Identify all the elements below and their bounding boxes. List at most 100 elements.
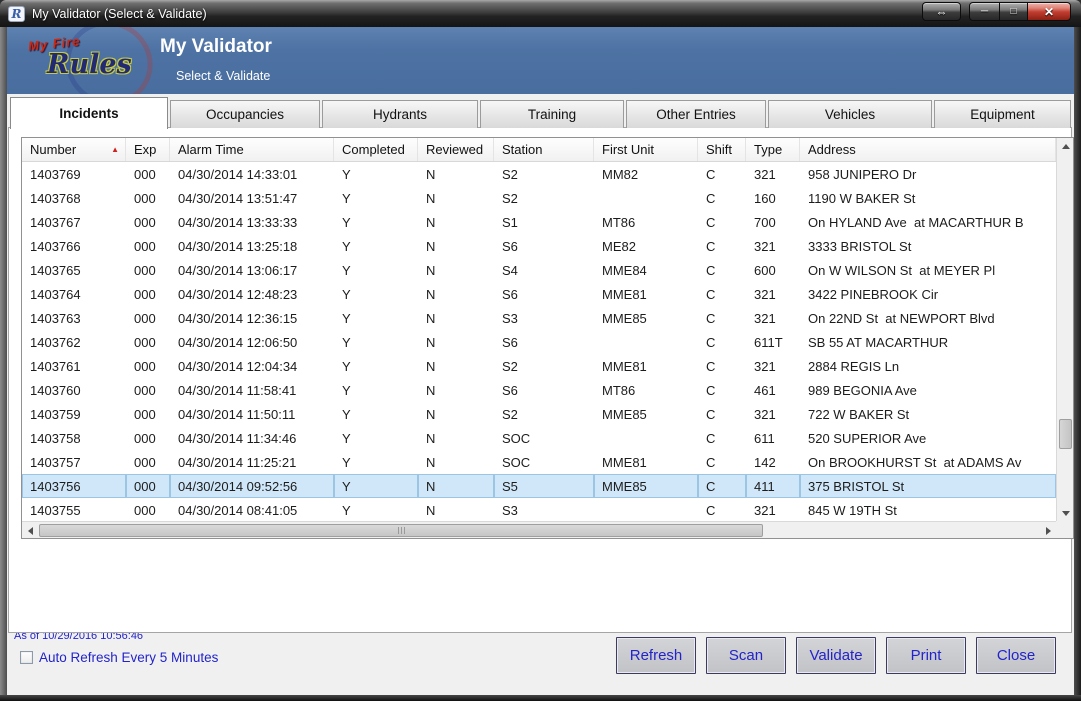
close-button[interactable]: Close bbox=[976, 637, 1056, 674]
column-header-type[interactable]: Type bbox=[746, 138, 800, 161]
table-row-selected[interactable]: 140375600004/30/2014 09:52:56YNS5MME85C4… bbox=[22, 474, 1056, 498]
cell-shift: C bbox=[698, 186, 746, 210]
cell-completed: Y bbox=[334, 306, 418, 330]
cell-completed: Y bbox=[334, 354, 418, 378]
cell-completed: Y bbox=[334, 258, 418, 282]
minimize-button[interactable]: ─ bbox=[969, 2, 1000, 21]
tab-equipment[interactable]: Equipment bbox=[934, 100, 1071, 128]
column-header-label: Alarm Time bbox=[178, 142, 244, 157]
column-header-first-unit[interactable]: First Unit bbox=[594, 138, 698, 161]
tab-other-entries[interactable]: Other Entries bbox=[626, 100, 766, 128]
cell-station: S3 bbox=[494, 306, 594, 330]
cell-type: 321 bbox=[746, 354, 800, 378]
cell-number: 1403756 bbox=[22, 474, 126, 498]
cell-reviewed: N bbox=[418, 162, 494, 186]
scroll-left-arrow[interactable] bbox=[22, 523, 38, 538]
table-row[interactable]: 140375900004/30/2014 11:50:11YNS2MME85C3… bbox=[22, 402, 1056, 426]
table-row[interactable]: 140376500004/30/2014 13:06:17YNS4MME84C6… bbox=[22, 258, 1056, 282]
table-row[interactable]: 140375800004/30/2014 11:34:46YNSOCC61152… bbox=[22, 426, 1056, 450]
tab-incidents[interactable]: Incidents bbox=[10, 97, 168, 129]
cell-completed: Y bbox=[334, 474, 418, 498]
cell-first-unit: MME85 bbox=[594, 402, 698, 426]
column-header-reviewed[interactable]: Reviewed bbox=[418, 138, 494, 161]
cell-exp: 000 bbox=[126, 186, 170, 210]
cell-shift: C bbox=[698, 498, 746, 521]
cell-shift: C bbox=[698, 450, 746, 474]
column-header-label: Reviewed bbox=[426, 142, 483, 157]
column-header-station[interactable]: Station bbox=[494, 138, 594, 161]
table-row[interactable]: 140376700004/30/2014 13:33:33YNS1MT86C70… bbox=[22, 210, 1056, 234]
vertical-scrollbar-thumb[interactable] bbox=[1059, 419, 1072, 449]
table-row[interactable]: 140375700004/30/2014 11:25:21YNSOCMME81C… bbox=[22, 450, 1056, 474]
cell-shift: C bbox=[698, 354, 746, 378]
cell-exp: 000 bbox=[126, 426, 170, 450]
scroll-up-arrow[interactable] bbox=[1058, 138, 1073, 154]
column-header-alarm-time[interactable]: Alarm Time bbox=[170, 138, 334, 161]
cell-type: 321 bbox=[746, 402, 800, 426]
grid-header-row: Number▲Exp Alarm Time Completed Reviewed Sta… bbox=[22, 138, 1056, 162]
cell-number: 1403768 bbox=[22, 186, 126, 210]
horizontal-scrollbar[interactable] bbox=[22, 521, 1056, 538]
cell-number: 1403764 bbox=[22, 282, 126, 306]
horizontal-scrollbar-thumb[interactable] bbox=[39, 524, 763, 537]
scroll-down-arrow[interactable] bbox=[1058, 505, 1073, 521]
tab-training[interactable]: Training bbox=[480, 100, 624, 128]
cell-first-unit: MME85 bbox=[594, 474, 698, 498]
auto-refresh-checkbox[interactable] bbox=[20, 651, 33, 664]
cell-first-unit: MT86 bbox=[594, 378, 698, 402]
cell-reviewed: N bbox=[418, 354, 494, 378]
cell-station: S2 bbox=[494, 402, 594, 426]
table-row[interactable]: 140376100004/30/2014 12:04:34YNS2MME81C3… bbox=[22, 354, 1056, 378]
cell-exp: 000 bbox=[126, 402, 170, 426]
cell-first-unit: MME81 bbox=[594, 282, 698, 306]
column-header-completed[interactable]: Completed bbox=[334, 138, 418, 161]
cell-type: 600 bbox=[746, 258, 800, 282]
cell-first-unit bbox=[594, 426, 698, 450]
cell-number: 1403757 bbox=[22, 450, 126, 474]
table-row[interactable]: 140376000004/30/2014 11:58:41YNS6MT86C46… bbox=[22, 378, 1056, 402]
tab-vehicles[interactable]: Vehicles bbox=[768, 100, 932, 128]
cell-reviewed: N bbox=[418, 402, 494, 426]
column-header-shift[interactable]: Shift bbox=[698, 138, 746, 161]
cell-alarm-time: 04/30/2014 11:34:46 bbox=[170, 426, 334, 450]
cell-type: 321 bbox=[746, 498, 800, 521]
scan-button[interactable]: Scan bbox=[706, 637, 786, 674]
table-row[interactable]: 140376300004/30/2014 12:36:15YNS3MME85C3… bbox=[22, 306, 1056, 330]
table-row[interactable]: 140376400004/30/2014 12:48:23YNS6MME81C3… bbox=[22, 282, 1056, 306]
cell-type: 611T bbox=[746, 330, 800, 354]
maximize-button[interactable]: □ bbox=[1000, 2, 1027, 21]
cell-station: SOC bbox=[494, 426, 594, 450]
table-row[interactable]: 140376200004/30/2014 12:06:50YNS6C611TSB… bbox=[22, 330, 1056, 354]
column-header-number[interactable]: Number▲ bbox=[22, 138, 126, 161]
table-row[interactable]: 140376600004/30/2014 13:25:18YNS6ME82C32… bbox=[22, 234, 1056, 258]
column-header-address[interactable]: Address bbox=[800, 138, 1056, 161]
cell-station: SOC bbox=[494, 450, 594, 474]
app-icon: R bbox=[8, 6, 25, 22]
cell-address: 722 W BAKER St bbox=[800, 402, 1056, 426]
cell-station: S6 bbox=[494, 234, 594, 258]
scroll-right-arrow[interactable] bbox=[1040, 523, 1056, 538]
column-header-exp[interactable]: Exp bbox=[126, 138, 170, 161]
cell-number: 1403761 bbox=[22, 354, 126, 378]
titlebar[interactable]: R My Validator (Select & Validate) ⇔ ─ □… bbox=[0, 0, 1081, 28]
cell-address: 845 W 19TH St bbox=[800, 498, 1056, 521]
validate-button[interactable]: Validate bbox=[796, 637, 876, 674]
table-row[interactable]: 140376800004/30/2014 13:51:47YNS2C160119… bbox=[22, 186, 1056, 210]
cell-shift: C bbox=[698, 282, 746, 306]
cell-type: 321 bbox=[746, 306, 800, 330]
cell-completed: Y bbox=[334, 450, 418, 474]
table-row[interactable]: 140376900004/30/2014 14:33:01YNS2MM82C32… bbox=[22, 162, 1056, 186]
cell-type: 321 bbox=[746, 234, 800, 258]
cell-station: S1 bbox=[494, 210, 594, 234]
close-window-button[interactable]: ✕ bbox=[1027, 2, 1071, 21]
refresh-button[interactable]: Refresh bbox=[616, 637, 696, 674]
column-header-label: Shift bbox=[706, 142, 732, 157]
cell-completed: Y bbox=[334, 426, 418, 450]
table-row[interactable]: 140375500004/30/2014 08:41:05YNS3C321845… bbox=[22, 498, 1056, 521]
cell-alarm-time: 04/30/2014 12:04:34 bbox=[170, 354, 334, 378]
resize-button[interactable]: ⇔ bbox=[922, 2, 961, 21]
vertical-scrollbar[interactable] bbox=[1056, 138, 1073, 521]
tab-hydrants[interactable]: Hydrants bbox=[322, 100, 478, 128]
tab-occupancies[interactable]: Occupancies bbox=[170, 100, 320, 128]
print-button[interactable]: Print bbox=[886, 637, 966, 674]
